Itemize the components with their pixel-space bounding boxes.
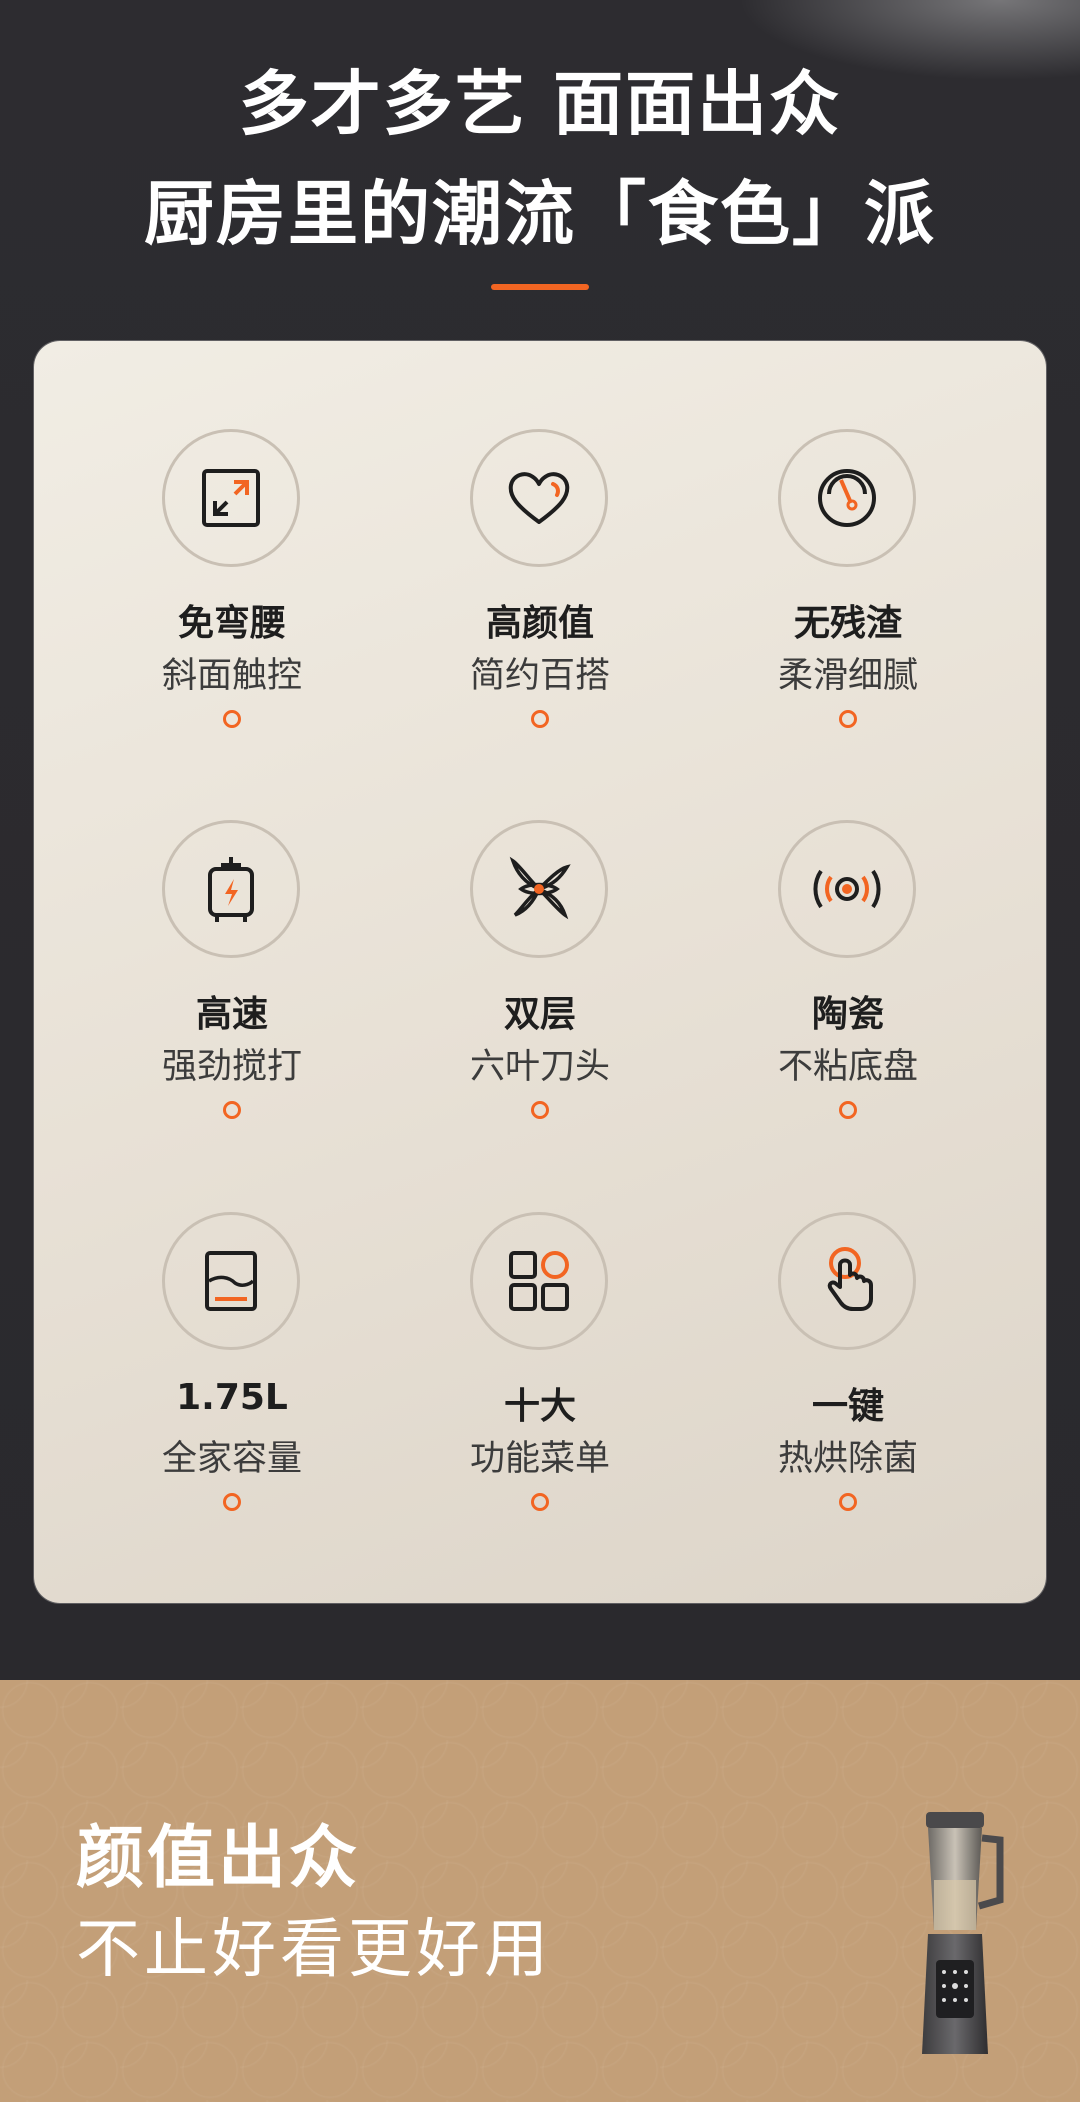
feature-subtitle: 不粘底盘 xyxy=(777,1047,918,1087)
feature-subtitle: 全家容量 xyxy=(161,1439,302,1479)
feature-subtitle: 六叶刀头 xyxy=(469,1047,610,1087)
feature-subtitle: 功能菜单 xyxy=(469,1439,610,1479)
feature-icon-circle xyxy=(778,820,916,958)
feature-icon-circle xyxy=(778,429,916,567)
feature-dot xyxy=(223,1493,241,1511)
feature-subtitle: 简约百搭 xyxy=(469,656,610,696)
feature-title: 无残渣 xyxy=(793,603,902,644)
banner-subtitle: 不止好看更好用 xyxy=(76,1913,552,1987)
feature-item: 双层 六叶刀头 xyxy=(390,820,690,1150)
feature-item: 1.75L 全家容量 xyxy=(82,1212,382,1542)
motor-lightning-icon xyxy=(208,857,254,922)
feature-dot xyxy=(531,1493,549,1511)
feature-icon-circle xyxy=(162,820,300,958)
feature-icon-circle xyxy=(162,1212,300,1350)
feature-icon-circle xyxy=(470,429,608,567)
feature-icon-circle xyxy=(162,429,300,567)
feature-dot xyxy=(223,1101,241,1119)
bottom-banner: 颜值出众 不止好看更好用 xyxy=(0,1680,1080,2102)
feature-dot xyxy=(839,1493,857,1511)
feature-item: 高速 强劲搅打 xyxy=(82,820,382,1150)
feature-subtitle: 强劲搅打 xyxy=(161,1047,302,1087)
feature-item: 陶瓷 不粘底盘 xyxy=(698,820,998,1150)
feature-dot xyxy=(839,1101,857,1119)
feature-title: 高速 xyxy=(195,994,268,1035)
feature-dot xyxy=(531,1101,549,1119)
feature-subtitle: 热烘除菌 xyxy=(777,1439,918,1479)
feature-subtitle: 柔滑细腻 xyxy=(777,656,918,696)
feature-dot xyxy=(531,710,549,728)
touch-finger-icon xyxy=(827,1247,873,1311)
feature-subtitle: 斜面触控 xyxy=(161,656,302,696)
feature-item: 高颜值 简约百搭 xyxy=(390,429,690,759)
banner-title: 颜值出众 xyxy=(76,1819,361,1898)
feature-item: 无残渣 柔滑细腻 xyxy=(698,429,998,759)
feature-dot xyxy=(223,710,241,728)
feature-title: 一键 xyxy=(811,1386,884,1427)
menu-grid-icon xyxy=(509,1251,569,1311)
accent-divider xyxy=(491,284,589,290)
feature-item: 一键 热烘除菌 xyxy=(698,1212,998,1542)
feature-title: 陶瓷 xyxy=(811,994,884,1035)
hero-section: 多才多艺 面面出众 厨房里的潮流「食色」派 免弯腰 斜面触控 高颜值 简约百搭 … xyxy=(0,0,1080,1680)
headline-line-1: 多才多艺 面面出众 xyxy=(238,63,842,145)
diagonal-arrows-icon xyxy=(202,469,260,527)
feature-title: 十大 xyxy=(503,1386,576,1427)
ceramic-disc-icon xyxy=(813,869,881,909)
feature-icon-circle xyxy=(470,820,608,958)
feature-title: 免弯腰 xyxy=(177,603,286,644)
feature-dot xyxy=(839,710,857,728)
features-card: 免弯腰 斜面触控 高颜值 简约百搭 无残渣 柔滑细腻 高速 强劲搅打 双层 六叶… xyxy=(34,341,1046,1603)
feature-title: 高颜值 xyxy=(485,603,594,644)
feature-item: 十大 功能菜单 xyxy=(390,1212,690,1542)
heart-icon xyxy=(508,472,570,524)
blender-image xyxy=(922,1812,1004,2054)
gauge-icon xyxy=(818,469,876,527)
feature-title: 1.75L xyxy=(176,1377,288,1418)
feature-item: 免弯腰 斜面触控 xyxy=(82,429,382,759)
headline-line-2: 厨房里的潮流「食色」派 xyxy=(144,173,936,255)
feature-title: 双层 xyxy=(503,994,576,1035)
blade-icon xyxy=(509,856,571,920)
feature-icon-circle xyxy=(470,1212,608,1350)
feature-icon-circle xyxy=(778,1212,916,1350)
capacity-icon xyxy=(205,1251,257,1311)
